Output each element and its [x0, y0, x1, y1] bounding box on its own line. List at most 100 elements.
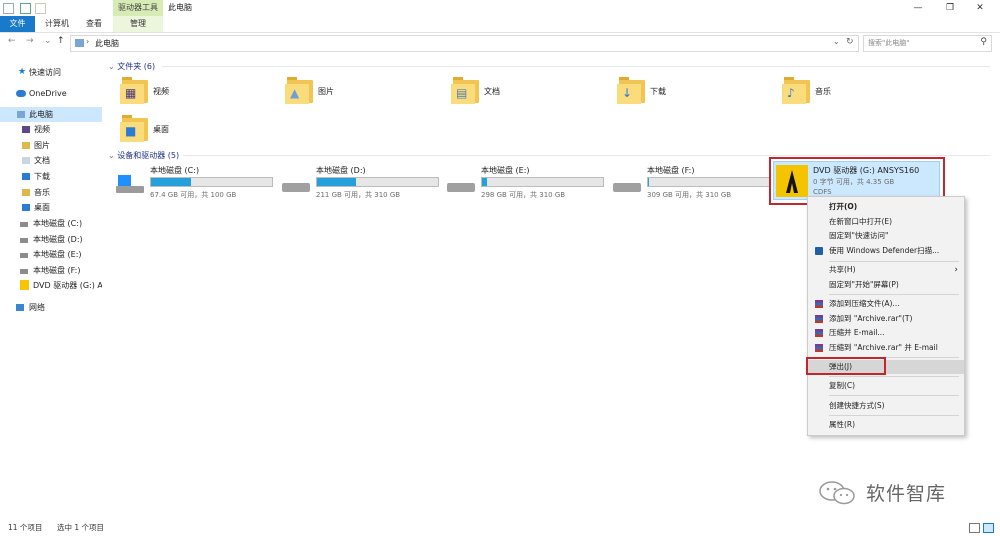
pictures-folder-icon: [22, 142, 30, 149]
tab-manage[interactable]: 管理: [113, 16, 163, 32]
menu-separator: [829, 376, 959, 377]
music-folder-icon: ♪: [782, 76, 812, 106]
menu-separator: [829, 415, 959, 416]
sidebar-item-videos[interactable]: 视频: [0, 122, 102, 137]
menu-item-compress-email[interactable]: 压缩并 E-mail...: [808, 326, 964, 340]
shield-icon: [815, 247, 823, 255]
documents-folder-icon: [22, 157, 30, 164]
folder-music[interactable]: ♪ 音乐: [782, 76, 942, 110]
sidebar-item-quick-access[interactable]: ★ 快速访问: [0, 65, 102, 80]
computer-icon: [17, 111, 25, 118]
watermark: 软件智库: [818, 478, 968, 508]
sidebar-item-drive-e[interactable]: 本地磁盘 (E:): [0, 247, 102, 262]
up-arrow-icon[interactable]: ↑: [57, 36, 65, 46]
tab-view[interactable]: 查看: [79, 16, 109, 32]
drive-e[interactable]: 本地磁盘 (E:) 298 GB 可用，共 310 GB: [447, 165, 607, 205]
forward-arrow-icon[interactable]: →: [26, 36, 34, 46]
menu-item-share[interactable]: 共享(H) ›: [808, 263, 964, 277]
sidebar-item-drive-f[interactable]: 本地磁盘 (F:): [0, 263, 102, 278]
video-folder-icon: ▦: [120, 76, 150, 106]
drive-f[interactable]: 本地磁盘 (F:) 309 GB 可用，共 310 GB: [613, 165, 773, 205]
documents-folder-icon: ▤: [451, 76, 481, 106]
drive-icon: [20, 269, 28, 274]
folder-desktop[interactable]: ■ 桌面: [120, 114, 280, 148]
sidebar-item-documents[interactable]: 文档: [0, 153, 102, 168]
path-chevron-icon[interactable]: ›: [86, 37, 89, 46]
watermark-text: 软件智库: [866, 483, 947, 505]
menu-item-copy[interactable]: 复制(C): [808, 379, 964, 393]
capacity-bar: [316, 177, 439, 187]
large-icons-view-icon[interactable]: [983, 523, 994, 533]
back-arrow-icon[interactable]: ←: [8, 36, 16, 46]
network-icon: [16, 304, 24, 311]
folder-pictures[interactable]: ▲ 图片: [285, 76, 445, 110]
sidebar-item-network[interactable]: 网络: [0, 300, 102, 315]
wechat-logo-icon: [819, 481, 855, 505]
menu-item-open[interactable]: 打开(O): [808, 200, 964, 214]
drive-d[interactable]: 本地磁盘 (D:) 211 GB 可用，共 310 GB: [282, 165, 442, 205]
folder-documents[interactable]: ▤ 文档: [451, 76, 611, 110]
sidebar-item-dvd-g[interactable]: DVD 驱动器 (G:) AN: [0, 278, 102, 293]
sidebar-item-music[interactable]: 音乐: [0, 185, 102, 200]
sidebar-item-drive-c[interactable]: 本地磁盘 (C:): [0, 216, 102, 231]
collapse-chevron-icon[interactable]: ⌄: [108, 151, 115, 160]
menu-item-add-archive-rar[interactable]: 添加到 "Archive.rar"(T): [808, 312, 964, 326]
drive-tools-context-title: 驱动器工具: [113, 0, 163, 16]
capacity-bar: [647, 177, 770, 187]
drive-icon: [447, 175, 477, 193]
tab-computer[interactable]: 计算机: [38, 16, 76, 32]
folder-downloads[interactable]: ↓ 下载: [617, 76, 777, 110]
address-dropdown-icon[interactable]: ⌄: [833, 37, 840, 46]
sidebar-item-onedrive[interactable]: OneDrive: [0, 86, 102, 101]
details-view-icon[interactable]: [969, 523, 980, 533]
close-button[interactable]: ✕: [960, 0, 1000, 16]
ansys-logo-icon: [776, 165, 808, 197]
menu-item-add-archive[interactable]: 添加到压缩文件(A)...: [808, 297, 964, 311]
menu-item-compress-rar-email[interactable]: 压缩到 "Archive.rar" 并 E-mail: [808, 341, 964, 355]
capacity-bar: [150, 177, 273, 187]
folder-videos[interactable]: ▦ 视频: [120, 76, 280, 110]
menu-separator: [829, 395, 959, 396]
computer-icon: [75, 39, 84, 47]
menu-item-pin-start[interactable]: 固定到"开始"屏幕(P): [808, 278, 964, 292]
search-placeholder: 搜索"此电脑": [868, 39, 910, 47]
recent-chevron-icon[interactable]: ⌄: [44, 36, 52, 46]
sidebar-item-pictures[interactable]: 图片: [0, 138, 102, 153]
menu-item-open-new-window[interactable]: 在新窗口中打开(E): [808, 215, 964, 229]
eject-highlight-frame: [806, 357, 886, 375]
navigation-pane: ★ 快速访问 OneDrive 此电脑 视频 图片 文档 下载 音乐 桌面 本地…: [0, 62, 103, 517]
folders-section-header[interactable]: ⌄ 文件夹 (6): [108, 61, 155, 72]
address-bar[interactable]: › 此电脑 ⌄ ↻: [70, 35, 859, 52]
downloads-folder-icon: ↓: [617, 76, 647, 106]
menu-item-create-shortcut[interactable]: 创建快捷方式(S): [808, 399, 964, 413]
drive-icon: [20, 253, 28, 258]
menu-item-pin-quick-access[interactable]: 固定到"快速访问": [808, 229, 964, 243]
refresh-icon[interactable]: ↻: [846, 37, 854, 47]
new-folder-quick-icon[interactable]: [35, 3, 46, 14]
menu-item-defender-scan[interactable]: 使用 Windows Defender扫描...: [808, 244, 964, 258]
winrar-icon: [815, 329, 823, 337]
drives-section-header[interactable]: ⌄ 设备和驱动器 (5): [108, 150, 179, 161]
tab-file[interactable]: 文件: [0, 16, 35, 32]
menu-item-properties[interactable]: 属性(R): [808, 418, 964, 432]
cloud-icon: [16, 90, 26, 97]
selection-count: 选中 1 个项目: [57, 523, 105, 532]
sidebar-item-downloads[interactable]: 下载: [0, 169, 102, 184]
drive-icon: [20, 238, 28, 243]
search-input[interactable]: 搜索"此电脑" ⚲: [863, 35, 992, 52]
drive-c[interactable]: 本地磁盘 (C:) 67.4 GB 可用，共 100 GB: [116, 165, 276, 205]
sidebar-item-this-pc[interactable]: 此电脑: [0, 107, 102, 122]
properties-quick-icon[interactable]: [20, 3, 31, 14]
drive-dvd-g[interactable]: DVD 驱动器 (G:) ANSYS160 0 字节 可用，共 4.35 GB …: [773, 161, 940, 200]
ribbon-tabs: 文件 计算机 查看 管理: [0, 16, 1000, 33]
sidebar-item-drive-d[interactable]: 本地磁盘 (D:): [0, 232, 102, 247]
sidebar-item-desktop[interactable]: 桌面: [0, 200, 102, 215]
downloads-folder-icon: [22, 173, 30, 180]
drive-icon: [282, 175, 312, 193]
dvd-name: DVD 驱动器 (G:) ANSYS160: [813, 166, 920, 175]
desktop-folder-icon: [22, 204, 30, 211]
search-icon: ⚲: [980, 37, 987, 47]
windows-drive-icon: [116, 175, 146, 193]
collapse-chevron-icon[interactable]: ⌄: [108, 62, 115, 71]
ansys-logo-icon: [20, 280, 29, 290]
